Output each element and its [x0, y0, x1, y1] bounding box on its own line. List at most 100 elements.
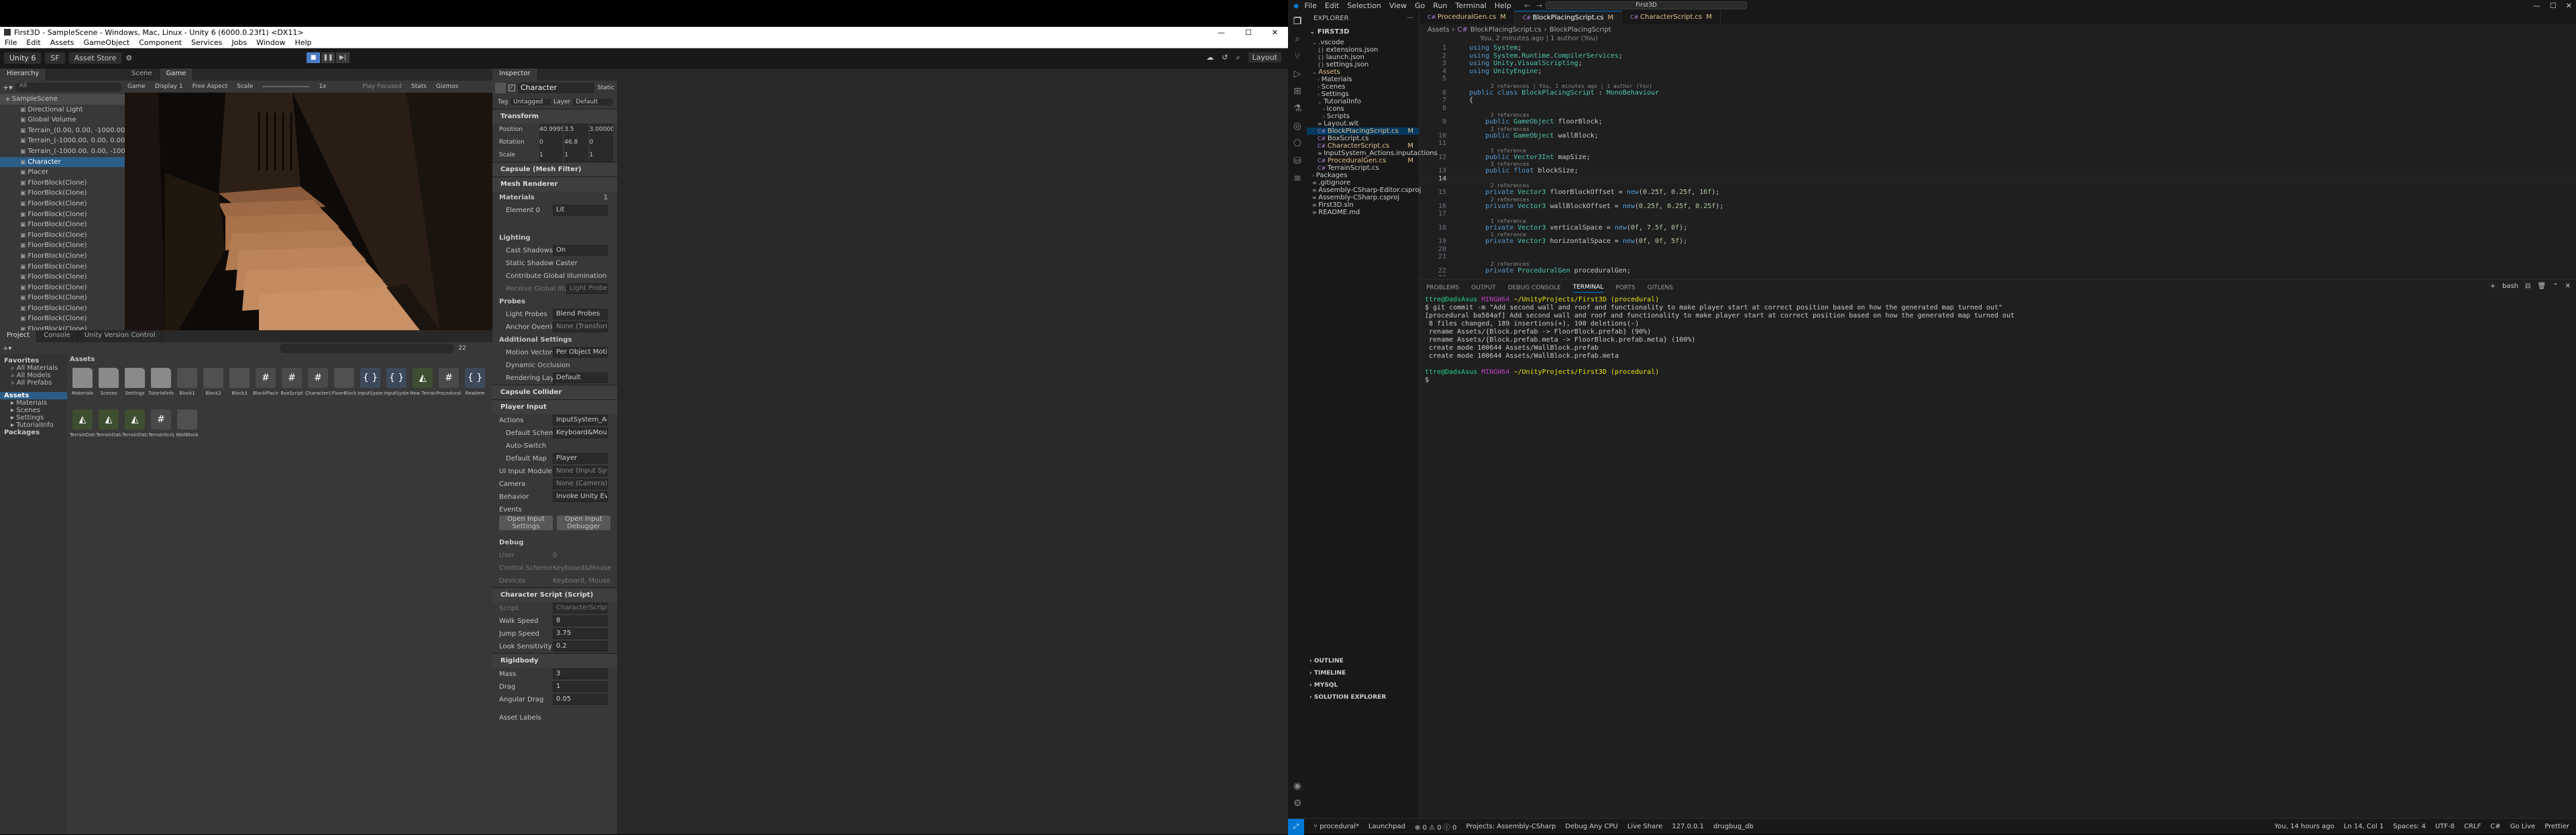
scale-z-field[interactable]: 1 [589, 149, 613, 162]
unity-menu-assets[interactable]: Assets [46, 38, 79, 47]
position-x-field[interactable]: 40.99999 [539, 124, 564, 136]
database-icon[interactable]: ⛁ [1288, 156, 1307, 166]
hierarchy-item[interactable]: ▣ FloorBlock(Clone) [0, 199, 125, 209]
prefab-asset[interactable]: WallBlock [174, 409, 200, 438]
asset-folder-node[interactable]: ▸ TutorialInfo [0, 422, 67, 429]
lighting-section[interactable]: Lighting [499, 232, 613, 244]
game-mode-dropdown[interactable]: Game [127, 83, 146, 90]
blame-status[interactable]: You, 14 hours ago [2274, 823, 2334, 830]
cast-shadows-dropdown[interactable]: On [553, 245, 608, 256]
scene-root[interactable]: ◈ SampleScene [0, 94, 125, 105]
prefab-asset[interactable]: Block2 [201, 368, 226, 396]
anchor-field[interactable]: None (Transform) [553, 322, 608, 332]
tag-dropdown[interactable]: Untagged [511, 99, 551, 105]
script-asset[interactable]: # CharacterS... [305, 368, 331, 396]
cursor-position[interactable]: Ln 14, Col 1 [2344, 823, 2384, 830]
explorer-more-icon[interactable]: ··· [1407, 15, 1413, 22]
unity-menu-component[interactable]: Component [134, 38, 186, 47]
vscode-menu-terminal[interactable]: Terminal [1455, 1, 1487, 10]
rigidbody-header[interactable]: Rigidbody [492, 653, 617, 668]
explorer-file[interactable]: C# CharacterScript.cs M [1307, 142, 1419, 150]
unity-menu-help[interactable]: Help [290, 38, 316, 47]
rotation-x-field[interactable]: 0 [539, 136, 564, 149]
remote-indicator[interactable]: ⤢ [1288, 818, 1304, 835]
prefab-asset[interactable]: FloorBlock [331, 368, 357, 396]
hierarchy-item[interactable]: ▣ Placer [0, 167, 125, 178]
db-name-status[interactable]: drugbug_db [1713, 823, 1754, 830]
code-line[interactable]: 7{ [1419, 97, 2576, 105]
receive-gi-dropdown[interactable]: Light Probes [566, 283, 608, 294]
sidebar-section-solution-explorer[interactable]: › SOLUTION EXPLORER [1307, 691, 1419, 703]
rlm-dropdown[interactable]: Default [553, 373, 608, 383]
debug-config-status[interactable]: Debug Any CPU [1565, 823, 1618, 830]
hierarchy-item[interactable]: ▣ Character [0, 156, 125, 168]
stats-button[interactable]: Stats [411, 83, 427, 90]
code-line[interactable]: 13 public float blockSize; [1419, 167, 2576, 175]
cloud-gear-icon[interactable]: ⚙ [125, 54, 132, 62]
code-line[interactable]: 5 [1419, 75, 2576, 83]
account-icon[interactable]: ◉ [1288, 781, 1307, 791]
vscode-menu-run[interactable]: Run [1433, 1, 1447, 10]
encoding-status[interactable]: UTF-8 [2435, 823, 2455, 830]
display-dropdown[interactable]: Display 1 [155, 83, 183, 90]
prefab-asset[interactable]: Block1 [174, 368, 200, 396]
gitlens-icon[interactable]: ◎ [1288, 121, 1307, 132]
minimize-icon[interactable]: — [1218, 28, 1225, 37]
live-share-status[interactable]: Live Share [1627, 823, 1662, 830]
folder-asset[interactable]: TutorialInfo [148, 368, 174, 396]
motion-dropdown[interactable]: Per Object Motion [553, 347, 608, 358]
asset-labels-section[interactable]: Asset Labels [499, 711, 613, 724]
tab-console[interactable]: Console [37, 330, 78, 342]
explorer-folder[interactable]: ⌄ Assets [1307, 68, 1419, 76]
unity-menu-services[interactable]: Services [186, 38, 227, 47]
editor-tab[interactable]: C# ProceduralGen.cs M [1419, 11, 1515, 24]
search-view-icon[interactable]: ⌕ [1288, 34, 1307, 44]
tab-inspector[interactable]: Inspector [492, 68, 538, 81]
assets-node[interactable]: Assets [0, 392, 67, 399]
settings-gear-icon[interactable]: ⚙ [1288, 798, 1307, 809]
static-toggle[interactable]: Static [597, 85, 614, 91]
gizmos-button[interactable]: Gizmos [436, 83, 458, 90]
look-sensitivity-field[interactable]: 0.2 [553, 641, 608, 652]
language-status[interactable]: C# [2490, 823, 2500, 830]
breadcrumb-file[interactable]: BlockPlacingScript.cs [1470, 26, 1542, 34]
hierarchy-item[interactable]: ▣ Directional Light [0, 105, 125, 115]
maximize-icon[interactable]: ☐ [1245, 28, 1252, 37]
run-debug-icon[interactable]: ▷ [1288, 68, 1307, 79]
terminal-shell-label[interactable]: bash [2502, 283, 2518, 290]
explorer-folder[interactable]: › Settings [1307, 91, 1419, 98]
explorer-file[interactable]: ≡ .gitignore [1307, 179, 1419, 187]
explorer-icon[interactable]: ❐ [1288, 16, 1307, 27]
terrain-asset[interactable]: ◭ New Terrain [410, 368, 435, 396]
hierarchy-item[interactable]: ▣ FloorBlock(Clone) [0, 251, 125, 262]
play-icon[interactable]: ■ [307, 52, 320, 63]
panel-tab-problems[interactable]: PROBLEMS [1426, 285, 1459, 291]
code-line[interactable]: 1 using System; [1419, 44, 2576, 52]
aspect-dropdown[interactable]: Free Aspect [193, 83, 228, 90]
tab-version-control[interactable]: Unity Version Control [78, 330, 163, 342]
panel-tab-gitlens[interactable]: GITLENS [1648, 285, 1673, 291]
code-line[interactable]: 21 [1419, 253, 2576, 261]
tab-hierarchy[interactable]: Hierarchy [0, 68, 47, 81]
explorer-folder[interactable]: › Scenes [1307, 83, 1419, 91]
back-icon[interactable]: ← [1524, 1, 1530, 10]
extensions-icon[interactable]: ⊞ [1288, 86, 1307, 97]
rotation-z-field[interactable]: 0 [589, 136, 613, 149]
new-terminal-icon[interactable]: + [2490, 283, 2496, 290]
launchpad-status[interactable]: Launchpad [1368, 823, 1405, 830]
script-asset[interactable]: # BoxScript [279, 368, 305, 396]
unity-menu-file[interactable]: File [0, 38, 21, 47]
code-line[interactable]: 10 public GameObject wallBlock; [1419, 132, 2576, 140]
add-asset-icon[interactable]: +▾ [3, 345, 11, 352]
command-center-search[interactable]: First3D [1546, 1, 1747, 9]
behavior-dropdown[interactable]: Invoke Unity Events [553, 491, 608, 502]
unity-menu-gameobject[interactable]: GameObject [79, 38, 135, 47]
asset-folder-node[interactable]: ▸ Settings [0, 414, 67, 422]
explorer-file[interactable]: C# BlockPlacingScript.cs M [1307, 128, 1419, 135]
mesh-filter-header[interactable]: Capsule (Mesh Filter) [492, 162, 617, 177]
terrain-asset[interactable]: ◭ TerrainData... [96, 409, 121, 438]
drag-field[interactable]: 1 [553, 681, 608, 692]
search-icon[interactable]: ⌕ [1236, 53, 1240, 62]
hierarchy-item[interactable]: ▣ FloorBlock(Clone) [0, 303, 125, 314]
pause-icon[interactable]: ❚❚ [321, 52, 335, 63]
